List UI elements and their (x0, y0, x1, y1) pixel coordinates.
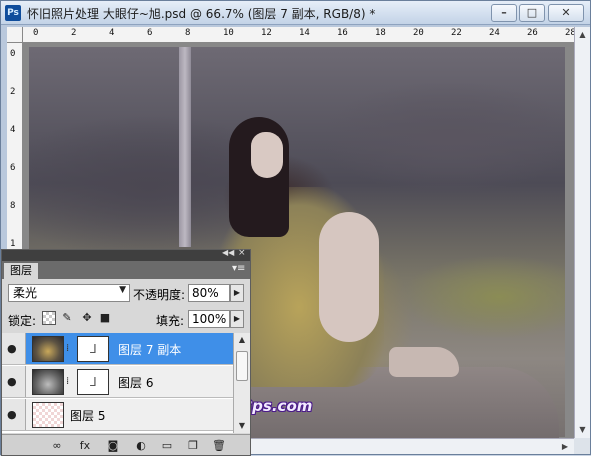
ruler-tick-label: 6 (147, 28, 153, 38)
scroll-up-arrow-icon[interactable]: ▲ (234, 333, 250, 347)
girl-shoe (389, 347, 459, 377)
ruler-tick-label: 0 (10, 49, 16, 59)
photoshop-document-window: Ps 怀旧照片处理 大眼仔~旭.psd @ 66.7% (图层 7 副本, RG… (0, 0, 591, 456)
scroll-right-arrow-icon[interactable]: ▶ (557, 439, 573, 454)
layer-row[interactable]: ● ⁞ ᒧ 图层 6 (2, 366, 233, 398)
opacity-field[interactable]: 80% (188, 284, 230, 302)
title-bar[interactable]: Ps 怀旧照片处理 大眼仔~旭.psd @ 66.7% (图层 7 副本, RG… (1, 1, 590, 25)
link-icon[interactable]: ∞ (48, 438, 66, 453)
panel-tab-bar: 图层 ▾≡ (2, 261, 250, 279)
resize-grip[interactable] (574, 438, 590, 454)
panel-header[interactable]: ◀◀ × (2, 248, 250, 261)
lock-label: 锁定: (8, 314, 37, 328)
ruler-tick-label: 0 (33, 28, 39, 38)
eye-icon: ● (7, 375, 17, 388)
visibility-toggle[interactable]: ● (2, 366, 26, 397)
ruler-tick-label: 4 (10, 125, 16, 135)
girl-legs (319, 212, 379, 342)
lock-pixels-brush-icon[interactable]: ✎ (60, 311, 74, 325)
trash-icon[interactable]: 🗑 (210, 438, 228, 453)
horizontal-scrollbar[interactable]: ▶ (251, 438, 574, 454)
ruler-tick-label: 1 (10, 239, 16, 249)
layer-mask-thumbnail[interactable]: ᒧ (77, 336, 109, 362)
ruler-tick-label: 28 (565, 28, 574, 38)
lock-transparency-icon[interactable] (42, 311, 56, 325)
maximize-button[interactable]: □ (519, 4, 545, 22)
opacity-label: 不透明度: (133, 288, 186, 302)
ruler-tick-label: 2 (10, 87, 16, 97)
collapse-icon[interactable]: ◀◀ (222, 248, 234, 257)
chevron-down-icon: ▼ (119, 285, 126, 295)
ruler-tick-label: 8 (185, 28, 191, 38)
chain-link-icon[interactable]: ⁞ (66, 376, 69, 387)
scroll-up-arrow-icon[interactable]: ▲ (575, 27, 590, 43)
chain-link-icon[interactable]: ⁞ (66, 343, 69, 354)
document-title: 怀旧照片处理 大眼仔~旭.psd @ 66.7% (图层 7 副本, RGB/8… (27, 7, 376, 21)
ruler-tick-label: 18 (375, 28, 386, 38)
ruler-tick-label: 26 (527, 28, 538, 38)
visibility-toggle[interactable]: ● (2, 333, 26, 364)
eye-icon: ● (7, 408, 17, 421)
ruler-tick-label: 22 (451, 28, 462, 38)
layer-list: ● ⁞ ᒧ 图层 7 副本 ● ⁞ ᒧ 图层 6 ● 图层 5 (2, 333, 233, 433)
layer-list-scrollbar[interactable]: ▲ ▼ (233, 333, 250, 433)
close-button[interactable]: ✕ (548, 4, 584, 22)
scroll-down-arrow-icon[interactable]: ▼ (575, 422, 590, 438)
layer-mask-thumbnail[interactable]: ᒧ (77, 369, 109, 395)
panel-footer: ∞ fx ◙ ◐ ▭ ❐ 🗑 (2, 434, 250, 455)
vertical-scrollbar[interactable]: ▲ ▼ (574, 27, 590, 438)
fill-label: 填充: (156, 314, 185, 328)
minimize-button[interactable]: – (491, 4, 517, 22)
layer-name: 图层 5 (70, 409, 106, 423)
ruler-tick-label: 20 (413, 28, 424, 38)
close-icon[interactable]: × (238, 248, 246, 258)
ruler-tick-label: 2 (71, 28, 77, 38)
vertical-ruler[interactable]: 0 2 4 6 8 1 (7, 43, 23, 253)
layer-name: 图层 7 副本 (118, 343, 182, 357)
panel-menu-icon[interactable]: ▾≡ (232, 263, 245, 274)
fx-icon[interactable]: fx (76, 438, 94, 453)
ruler-tick-label: 4 (109, 28, 115, 38)
lock-position-move-icon[interactable]: ✥ (80, 311, 94, 325)
opacity-slider-arrow-icon[interactable]: ▶ (230, 284, 244, 302)
ruler-tick-label: 24 (489, 28, 500, 38)
blend-mode-value: 柔光 (13, 286, 38, 300)
ruler-tick-label: 8 (10, 201, 16, 211)
layer-thumbnail[interactable] (32, 336, 64, 362)
scroll-thumb[interactable] (236, 351, 248, 381)
fill-field[interactable]: 100% (188, 310, 230, 328)
layers-panel: ◀◀ × 图层 ▾≡ 柔光 ▼ 不透明度: 80% ▶ 锁定: ✎ ✥ ■ 填充… (1, 248, 251, 456)
adjustment-icon[interactable]: ◐ (132, 438, 150, 453)
horizontal-ruler[interactable]: 0246810121416182022242628 (23, 27, 574, 43)
layer-thumbnail[interactable] (32, 369, 64, 395)
layer-thumbnail[interactable] (32, 402, 64, 428)
ruler-tick-label: 10 (223, 28, 234, 38)
group-icon[interactable]: ▭ (158, 438, 176, 453)
ruler-tick-label: 16 (337, 28, 348, 38)
fill-slider-arrow-icon[interactable]: ▶ (230, 310, 244, 328)
layer-name: 图层 6 (118, 376, 154, 390)
mask-icon[interactable]: ◙ (104, 438, 122, 453)
ruler-tick-label: 12 (261, 28, 272, 38)
layer-row[interactable]: ● ⁞ ᒧ 图层 7 副本 (2, 333, 233, 365)
photoshop-icon: Ps (5, 5, 21, 21)
eye-icon: ● (7, 342, 17, 355)
tab-layers[interactable]: 图层 (4, 263, 38, 279)
girl-face (251, 132, 283, 178)
visibility-toggle[interactable]: ● (2, 399, 26, 430)
layer-row[interactable]: ● 图层 5 (2, 399, 233, 431)
lock-all-padlock-icon[interactable]: ■ (98, 311, 112, 325)
new-layer-icon[interactable]: ❐ (184, 438, 202, 453)
blend-mode-select[interactable]: 柔光 ▼ (8, 284, 130, 302)
ruler-tick-label: 6 (10, 163, 16, 173)
ruler-origin[interactable] (7, 27, 23, 43)
ruler-tick-label: 14 (299, 28, 310, 38)
scroll-down-arrow-icon[interactable]: ▼ (234, 419, 250, 433)
background-pole (179, 47, 191, 247)
